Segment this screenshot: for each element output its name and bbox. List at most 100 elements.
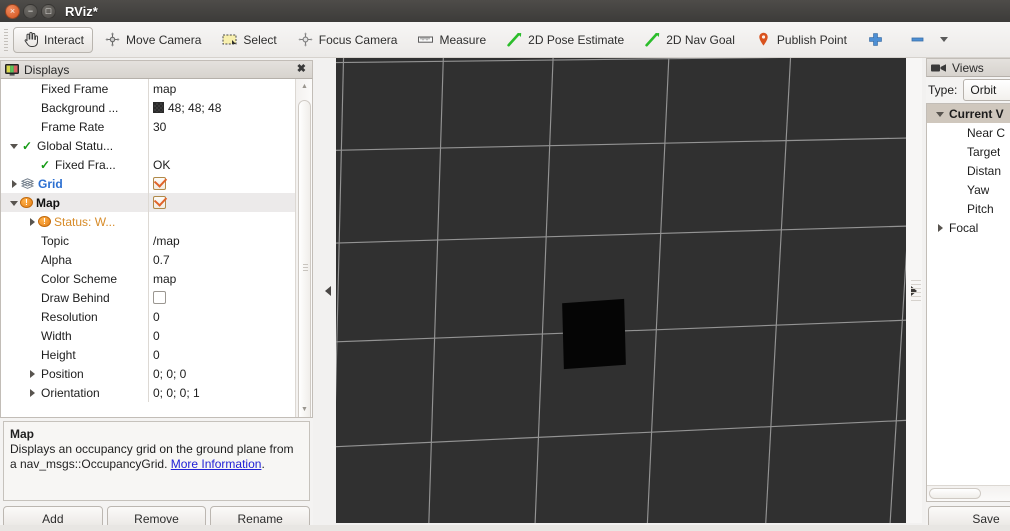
property-value-cell[interactable]: 0 <box>148 345 295 364</box>
property-value-cell[interactable] <box>148 212 295 231</box>
tool-publish-point[interactable]: Publish Point <box>746 27 856 53</box>
tool-focus-camera[interactable]: Focus Camera <box>288 27 407 53</box>
expander-expand-icon[interactable] <box>27 368 38 379</box>
property-name-cell: ! Map <box>1 196 148 210</box>
displays-scrollbar[interactable]: ▲ ▼ <box>295 79 312 417</box>
property-value: OK <box>153 157 171 172</box>
property-label: Resolution <box>41 309 98 324</box>
property-name-cell: Fixed Frame <box>1 82 148 96</box>
view-property-row[interactable]: Focal <box>927 218 1010 237</box>
chevron-down-icon[interactable] <box>939 37 948 42</box>
move-camera-icon <box>105 32 120 47</box>
enable-checkbox[interactable] <box>153 196 166 209</box>
tool-interact[interactable]: Interact <box>13 26 94 53</box>
expander-expand-icon[interactable] <box>27 216 38 227</box>
tool-2d-nav-goal[interactable]: 2D Nav Goal <box>635 27 744 53</box>
property-value-cell[interactable]: 0 <box>148 307 295 326</box>
property-name-cell: ! Status: W... <box>1 215 148 229</box>
views-scrollbar-thumb[interactable] <box>929 488 981 499</box>
property-name-cell: ✓ Global Statu... <box>1 139 148 153</box>
render-viewport[interactable] <box>336 58 906 523</box>
tool-move-camera[interactable]: Move Camera <box>95 27 210 53</box>
tool-move-camera-label: Move Camera <box>126 32 202 47</box>
display-property-row[interactable]: Background ... 48; 48; 48 <box>1 98 295 117</box>
display-property-row[interactable]: Frame Rate 30 <box>1 117 295 136</box>
display-property-row[interactable]: Draw Behind <box>1 288 295 307</box>
display-property-row[interactable]: Orientation 0; 0; 0; 1 <box>1 383 295 402</box>
display-property-row[interactable]: ✓ Global Statu... <box>1 136 295 155</box>
expander-expand-icon[interactable] <box>9 178 20 189</box>
tool-add-display[interactable] <box>858 27 898 53</box>
enable-checkbox[interactable] <box>153 291 166 304</box>
scrollbar-track[interactable] <box>298 94 311 417</box>
tool-select[interactable]: Select <box>212 27 285 53</box>
display-property-row[interactable]: Position 0; 0; 0 <box>1 364 295 383</box>
property-value-cell[interactable]: 0 <box>148 326 295 345</box>
display-property-row[interactable]: Fixed Frame map <box>1 79 295 98</box>
minimize-icon[interactable]: − <box>23 3 38 19</box>
view-type-select[interactable]: Orbit <box>963 79 1010 101</box>
maximize-icon[interactable]: □ <box>41 3 56 19</box>
view-property-row[interactable]: Distan <box>927 161 1010 180</box>
display-property-row[interactable]: Resolution 0 <box>1 307 295 326</box>
property-value-cell[interactable]: /map <box>148 231 295 250</box>
views-tree[interactable]: Current V Near C Target Distan Yaw Pitch Focal <box>927 104 1010 237</box>
property-value-cell[interactable]: map <box>148 269 295 288</box>
display-property-row[interactable]: ✓ Fixed Fra... OK <box>1 155 295 174</box>
expander-collapse-icon[interactable] <box>935 108 946 119</box>
property-value-cell[interactable]: 48; 48; 48 <box>148 98 295 117</box>
scroll-up-icon[interactable]: ▲ <box>296 79 312 94</box>
color-swatch[interactable] <box>153 102 164 113</box>
more-information-link[interactable]: More Information <box>171 457 262 471</box>
displays-panel-header[interactable]: Displays ✖ <box>0 60 313 79</box>
property-value-cell[interactable] <box>148 174 295 193</box>
property-value-cell[interactable]: 0.7 <box>148 250 295 269</box>
close-icon[interactable]: ✖ <box>295 64 308 75</box>
scrollbar-thumb[interactable] <box>298 100 311 417</box>
ground-grid <box>336 58 906 523</box>
camera-icon <box>931 63 946 72</box>
expander-expand-icon[interactable] <box>27 387 38 398</box>
display-property-row[interactable]: Height 0 <box>1 345 295 364</box>
view-property-row[interactable]: Near C <box>927 123 1010 142</box>
property-value: map <box>153 271 177 286</box>
views-horizontal-scrollbar[interactable] <box>927 485 1010 501</box>
enable-checkbox[interactable] <box>153 177 166 190</box>
property-value-cell[interactable]: 0; 0; 0; 1 <box>148 383 295 402</box>
expander-collapse-icon[interactable] <box>9 197 20 208</box>
property-value-cell[interactable] <box>148 136 295 155</box>
property-value-cell[interactable]: map <box>148 79 295 98</box>
displays-icon <box>5 63 19 76</box>
display-property-row[interactable]: Topic/map <box>1 231 295 250</box>
display-property-row[interactable]: ! Status: W... <box>1 212 295 231</box>
property-value: map <box>153 81 177 96</box>
property-value-cell[interactable] <box>148 288 295 307</box>
expander-expand-icon[interactable] <box>935 222 946 233</box>
property-value: 0.7 <box>153 252 170 267</box>
display-property-row[interactable]: Alpha 0.7 <box>1 250 295 269</box>
property-value-cell[interactable]: 30 <box>148 117 295 136</box>
view-property-row[interactable]: Target <box>927 142 1010 161</box>
scroll-down-icon[interactable]: ▼ <box>296 402 312 417</box>
right-panel-collapse-handle[interactable] <box>906 58 922 523</box>
left-panel-collapse-handle[interactable] <box>320 58 336 523</box>
display-property-row[interactable]: Color Scheme map <box>1 269 295 288</box>
toolbar-drag-handle[interactable] <box>2 28 10 51</box>
views-panel-header[interactable]: Views <box>926 58 1010 77</box>
view-property-row[interactable]: Yaw <box>927 180 1010 199</box>
display-property-row[interactable]: ! Map <box>1 193 295 212</box>
tool-remove-display[interactable] <box>900 27 957 53</box>
expander-collapse-icon[interactable] <box>9 140 20 151</box>
tool-measure[interactable]: Measure <box>408 27 495 53</box>
view-property-row[interactable]: Pitch <box>927 199 1010 218</box>
close-icon[interactable]: × <box>5 3 20 19</box>
property-value-cell[interactable]: OK <box>148 155 295 174</box>
property-value-cell[interactable]: 0; 0; 0 <box>148 364 295 383</box>
property-value-cell[interactable] <box>148 193 295 212</box>
display-property-row[interactable]: Width 0 <box>1 326 295 345</box>
displays-tree[interactable]: Fixed Frame map Background ... 48; 48; 48 Fr… <box>1 79 295 417</box>
display-property-row[interactable]: Grid <box>1 174 295 193</box>
view-property-row[interactable]: Current V <box>927 104 1010 123</box>
property-label: Frame Rate <box>41 119 105 134</box>
tool-2d-pose-estimate[interactable]: 2D Pose Estimate <box>497 27 633 53</box>
